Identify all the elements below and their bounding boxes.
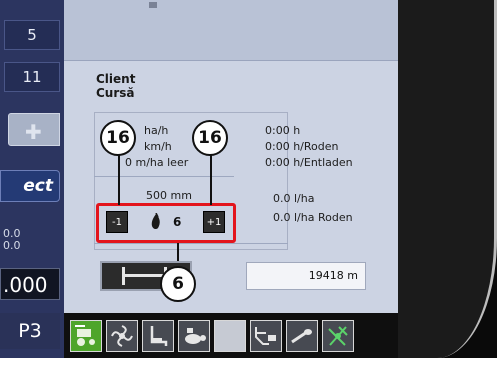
- stat-time: 0:00 h: [265, 124, 301, 137]
- stat-time-roden: 0:00 h/Roden: [265, 140, 339, 153]
- value-box-top: 5: [4, 20, 60, 50]
- client-info: Client Cursă: [96, 72, 135, 100]
- left-sidebar: 5 11 ✚ ect 0.0 0.0 .000 P3: [0, 0, 64, 358]
- stat-speed: km/h: [144, 140, 172, 153]
- stats-divider-1: [94, 176, 234, 177]
- bottom-toolbar: [64, 313, 398, 358]
- distance-field[interactable]: 19418 m: [246, 262, 366, 290]
- turtle-icon: [185, 328, 206, 344]
- main-panel: Client Cursă ha/h km/h 0 m/ha leer 0:00 …: [64, 0, 398, 313]
- header-divider: [64, 60, 398, 61]
- value-second: 11: [22, 68, 42, 86]
- tractor-button[interactable]: [70, 320, 102, 352]
- device-housing-edge: [398, 0, 497, 358]
- rate-per-ha-roden: 0.0 l/ha Roden: [273, 211, 353, 224]
- value-top: 5: [27, 26, 37, 44]
- row-spacing: 500 mm: [146, 189, 192, 202]
- blank-tool-button[interactable]: [214, 320, 246, 352]
- indicator-icon: [149, 2, 157, 8]
- highlight-frame: [96, 203, 236, 243]
- small-value-2: 0.0: [3, 239, 21, 252]
- screen: 5 11 ✚ ect 0.0 0.0 .000 P3 Client Cursă …: [0, 0, 398, 358]
- seat-icon: [150, 326, 168, 346]
- seat-button[interactable]: [142, 320, 174, 352]
- rate-per-ha: 0.0 l/ha: [273, 192, 315, 205]
- tractor-icon: [75, 325, 95, 346]
- brand-logo-text: ect: [23, 176, 53, 196]
- sprayer-icon: [291, 329, 312, 344]
- fan-button[interactable]: [106, 320, 138, 352]
- value-box-second: 11: [4, 62, 60, 92]
- callout-line-right: [210, 155, 212, 205]
- turtle-button[interactable]: [178, 320, 210, 352]
- antenna-button[interactable]: [322, 320, 354, 352]
- antenna-icon: [328, 326, 348, 346]
- callout-right: 16: [192, 120, 228, 156]
- terminal-device: 5 11 ✚ ect 0.0 0.0 .000 P3 Client Cursă …: [0, 0, 497, 376]
- display-value: .000: [0, 268, 60, 300]
- callout-line-left: [118, 155, 120, 205]
- callout-bottom: 6: [160, 266, 196, 302]
- hopper-icon: [255, 327, 276, 345]
- sprayer-button[interactable]: [286, 320, 318, 352]
- stat-area-rate: ha/h: [144, 124, 169, 137]
- callout-left: 16: [100, 120, 136, 156]
- course-label: Cursă: [96, 86, 135, 100]
- main-header-area: [64, 0, 398, 60]
- plus-icon: ✚: [25, 120, 42, 144]
- stats-divider-2: [94, 243, 288, 244]
- hopper-button[interactable]: [250, 320, 282, 352]
- page-label[interactable]: P3: [0, 313, 60, 349]
- add-button[interactable]: ✚: [8, 113, 60, 146]
- stat-time-entladen: 0:00 h/Entladen: [265, 156, 353, 169]
- stat-empty-rate: 0 m/ha leer: [125, 156, 189, 169]
- brand-logo: ect: [0, 170, 60, 202]
- fan-icon: [111, 325, 133, 347]
- client-label: Client: [96, 72, 136, 86]
